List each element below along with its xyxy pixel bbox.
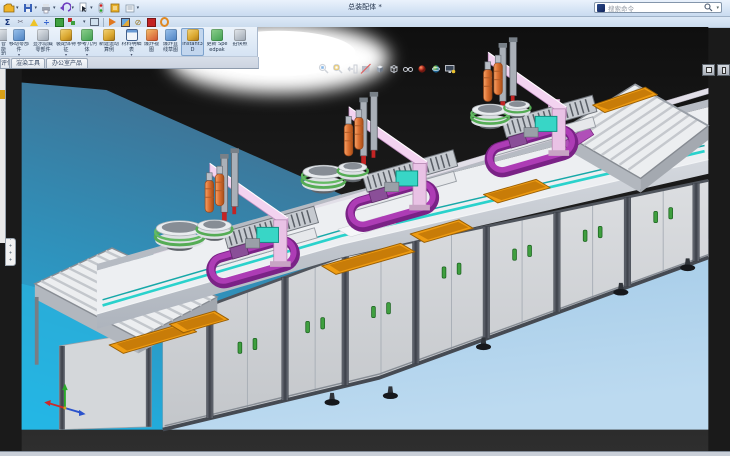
dropdown-caret: ▾ [18, 53, 20, 56]
feature-manager-mini-icon [0, 90, 5, 99]
toggle-caret[interactable]: ▾ [83, 19, 86, 25]
undo-icon [59, 2, 71, 14]
options-button[interactable]: ▾ [123, 1, 141, 15]
cm-button-take-snapshot[interactable]: 拍快照 [230, 28, 250, 56]
red-square-tool-icon[interactable] [147, 18, 156, 27]
explode-line-sketch-icon [165, 29, 177, 41]
search-icon[interactable] [704, 3, 713, 12]
title-bar: ▾ ▾ ▾ ▾ ▾ ▾ 总装配体 * 搜索 [0, 0, 730, 17]
command-search[interactable]: 搜索命令 ▾ [594, 2, 722, 13]
cm-button-exploded-view[interactable]: 爆炸视图 [143, 28, 160, 56]
command-manager-tabs: 评估 渲染工具 办公室产品 [0, 57, 259, 69]
zoom-to-fit-icon[interactable] [318, 62, 330, 76]
apply-scene-icon[interactable] [430, 62, 442, 76]
assembly-features-icon [60, 29, 72, 41]
orange-flag-tool-icon[interactable] [108, 18, 117, 27]
tab-evaluate[interactable]: 评估 [0, 58, 10, 68]
cm-button-smart-fasteners[interactable]: 智能扣件 [0, 28, 7, 56]
save-button[interactable]: ▾ [21, 1, 39, 15]
cm-button-assembly-features[interactable]: 装配体特征 ▾ [56, 28, 76, 56]
red-green-toggle-icon[interactable] [68, 18, 78, 26]
command-manager-buttons: 智能扣件 移动零部件 ▾ 显示隐藏零部件 装配体特征 ▾ 参考几何体 ▾ 新建运… [0, 27, 258, 57]
status-bar-strip [0, 451, 730, 456]
select-cursor-icon [77, 2, 89, 14]
graphics-viewport[interactable] [0, 27, 730, 455]
print-icon [40, 2, 52, 14]
command-manager: 智能扣件 移动零部件 ▾ 显示隐藏零部件 装配体特征 ▾ 参考几何体 ▾ 新建运… [0, 27, 258, 68]
cm-button-explode-line-sketch[interactable]: 爆炸直线草图 [161, 28, 180, 56]
color-cube-tool-icon[interactable] [121, 18, 130, 27]
rebuild-button[interactable] [95, 1, 107, 15]
options-list-icon [124, 2, 136, 14]
cm-button-bill-of-materials[interactable]: 材料明细表 ▾ [121, 28, 142, 56]
warning-indicator-icon[interactable] [29, 18, 38, 27]
select-button[interactable]: ▾ [76, 1, 94, 15]
assembly-3d-scene[interactable] [0, 27, 730, 455]
dropdown-caret: ▾ [130, 53, 132, 56]
view-orientation-icon[interactable] [374, 62, 386, 76]
update-speedpak-icon [211, 29, 223, 41]
section-view-icon[interactable] [360, 62, 372, 76]
cm-button-new-motion-study[interactable]: 新建运动算例 [98, 28, 120, 56]
display-style-icon[interactable] [388, 62, 400, 76]
open-button[interactable]: ▾ [2, 1, 20, 15]
previous-view-icon[interactable] [346, 62, 358, 76]
orange-ring-tool-icon[interactable] [160, 18, 169, 27]
file-properties-icon [109, 2, 121, 14]
divide-tool-icon[interactable]: ÷ [42, 18, 51, 27]
view-settings-icon[interactable] [444, 62, 456, 76]
toolbar-separator [103, 18, 104, 27]
maximize-button[interactable] [717, 64, 730, 76]
sigma-tool-icon[interactable]: Σ [3, 18, 12, 27]
panel-splitter-handle[interactable] [5, 238, 16, 266]
open-folder-icon [3, 2, 15, 14]
rebuild-traffic-light-icon [96, 2, 106, 14]
exploded-view-icon [146, 29, 158, 41]
cm-button-move-component[interactable]: 移动零部件 ▾ [8, 28, 30, 56]
disabled-circle-tool-icon[interactable]: ⊘ [134, 18, 143, 27]
solidworks-window: ▾ ▾ ▾ ▾ ▾ ▾ 总装配体 * 搜索 [0, 0, 730, 455]
new-motion-study-icon [103, 29, 115, 41]
search-dropdown-caret[interactable]: ▾ [716, 5, 719, 11]
search-placeholder: 搜索命令 [608, 3, 701, 13]
green-part-tool-icon[interactable] [55, 18, 64, 27]
dropdown-caret: ▾ [86, 53, 88, 56]
dropdown-caret: ▾ [65, 53, 67, 56]
file-properties-button[interactable] [108, 1, 122, 15]
instant3d-icon [187, 29, 199, 41]
print-button[interactable]: ▾ [39, 1, 57, 15]
scissors-tool-icon[interactable]: ✂ [16, 18, 25, 27]
app-logo-icon [597, 4, 605, 12]
smart-fasteners-icon [0, 29, 7, 41]
cm-button-instant3d[interactable]: Instant3D [181, 28, 204, 56]
take-snapshot-icon [234, 29, 246, 41]
edit-appearance-icon[interactable] [416, 62, 428, 76]
cm-button-reference-geometry[interactable]: 参考几何体 ▾ [77, 28, 97, 56]
cm-button-show-hidden-components[interactable]: 显示隐藏零部件 [31, 28, 55, 56]
cm-button-update-speedpak[interactable]: 更新 Speedpak [205, 28, 229, 56]
heads-up-view-toolbar [318, 62, 456, 76]
tab-render-tools[interactable]: 渲染工具 [11, 58, 45, 68]
show-hidden-components-icon [37, 29, 49, 41]
undo-button[interactable]: ▾ [58, 1, 76, 15]
document-window-buttons [702, 64, 730, 76]
move-component-icon [13, 29, 25, 41]
save-icon [22, 2, 34, 14]
restore-down-button[interactable] [702, 64, 715, 76]
hide-show-items-icon[interactable] [402, 62, 414, 76]
zoom-to-area-icon[interactable] [332, 62, 344, 76]
tab-office-products[interactable]: 办公室产品 [46, 58, 88, 68]
monitor-tool-icon[interactable] [90, 18, 99, 27]
quick-access-toolbar: ▾ ▾ ▾ ▾ ▾ ▾ [2, 1, 140, 15]
bill-of-materials-icon [126, 29, 138, 41]
reference-geometry-icon [81, 29, 93, 41]
